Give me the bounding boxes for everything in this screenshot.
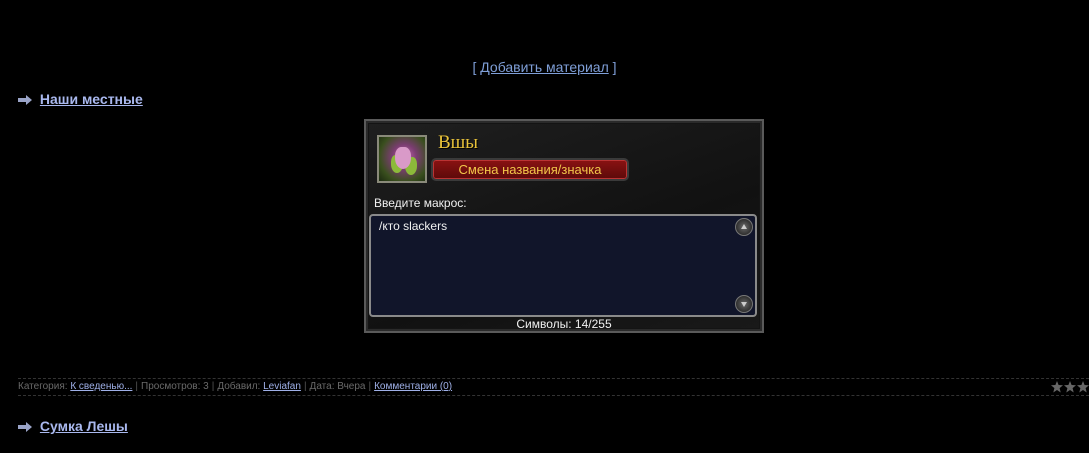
- macro-char-count: Символы: 14/255: [516, 317, 612, 331]
- post-meta-line: Категория: К сведенью... | Просмотров: 3 | Д…: [18, 378, 1089, 396]
- rating-stars-icon[interactable]: [1051, 381, 1089, 393]
- star-icon: [1064, 381, 1076, 393]
- macro-text-area: /кто slackers: [369, 214, 757, 317]
- macro-input-label: Введите макрос:: [374, 196, 467, 210]
- post-title-2: Сумка Лешы: [18, 418, 128, 434]
- portrait-face-icon: [395, 147, 411, 169]
- meta-category-label: Категория:: [18, 381, 68, 392]
- open-bracket: [: [472, 59, 477, 75]
- meta-date-value: Вчера: [337, 381, 366, 392]
- macro-text: /кто slackers: [379, 219, 448, 233]
- post-title-link-1[interactable]: Наши местные: [40, 91, 143, 107]
- add-material-link[interactable]: Добавить материал: [480, 59, 608, 75]
- meta-views-label: Просмотров:: [141, 381, 201, 392]
- meta-separator: |: [368, 381, 372, 392]
- macro-screenshot-image: Вшы Смена названия/значка Введите макрос…: [364, 119, 764, 333]
- scroll-down-icon: [735, 295, 753, 313]
- arrow-right-icon: [18, 422, 32, 433]
- meta-separator: |: [303, 381, 307, 392]
- meta-added-label: Добавил:: [217, 381, 261, 392]
- meta-separator: |: [135, 381, 139, 392]
- add-material-bar: [ Добавить материал ]: [0, 59, 1089, 75]
- meta-views-value: 3: [203, 381, 209, 392]
- close-bracket: ]: [612, 59, 617, 75]
- meta-category-link[interactable]: К сведенью...: [70, 381, 132, 392]
- meta-separator: |: [211, 381, 215, 392]
- macro-icon-portrait: [377, 135, 427, 183]
- star-icon: [1051, 381, 1063, 393]
- arrow-right-icon: [18, 95, 32, 106]
- meta-comments-link[interactable]: Комментарии (0): [374, 381, 452, 392]
- star-icon: [1077, 381, 1089, 393]
- macro-character-name: Вшы: [438, 132, 479, 153]
- post-title-1: Наши местные: [18, 91, 143, 107]
- scroll-up-icon: [735, 218, 753, 236]
- post-title-link-2[interactable]: Сумка Лешы: [40, 418, 128, 434]
- meta-date-label: Дата:: [309, 381, 335, 392]
- meta-author-link[interactable]: Leviafan: [263, 381, 301, 392]
- rename-icon-button: Смена названия/значка: [431, 158, 629, 181]
